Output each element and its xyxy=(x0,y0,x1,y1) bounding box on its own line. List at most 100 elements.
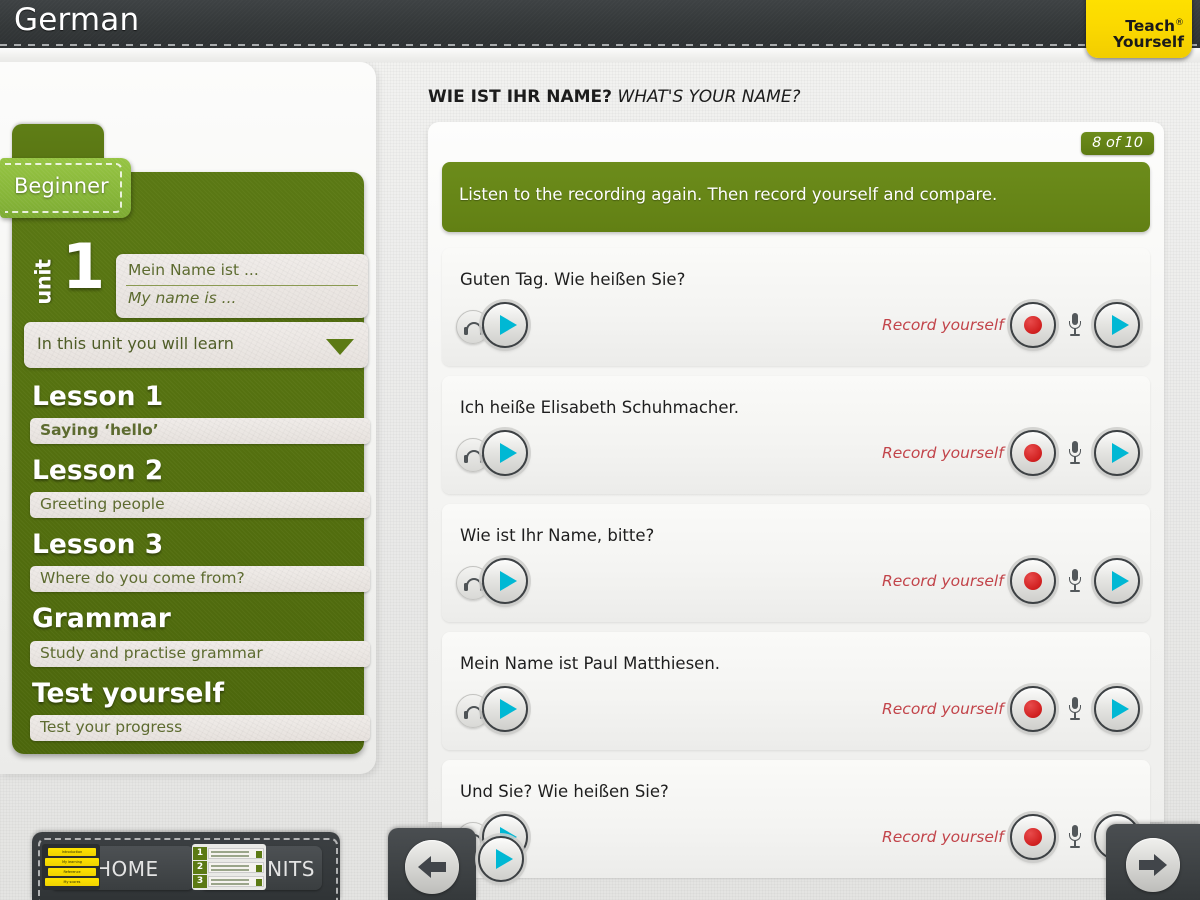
audio-playback-group xyxy=(456,300,566,352)
sidebar-item-lesson-3[interactable]: Lesson 3 Where do you come from? xyxy=(24,528,376,593)
page-title-english: WHAT'S YOUR NAME? xyxy=(617,87,801,107)
main-content: WIE IST IHR NAME? WHAT'S YOUR NAME? 8 of… xyxy=(390,62,1200,878)
record-button[interactable] xyxy=(1010,686,1056,732)
lesson-heading: Test yourself xyxy=(32,677,224,709)
header-dashed-divider xyxy=(0,44,1200,46)
microphone-icon xyxy=(1068,313,1082,339)
record-button[interactable] xyxy=(1010,558,1056,604)
audio-playback-group xyxy=(456,556,566,608)
thumb-tab-my-scores: My scores xyxy=(45,878,99,886)
headphones-glyph xyxy=(464,706,484,719)
play-recording-button[interactable] xyxy=(1094,430,1140,476)
exercise-sentence: Mein Name ist Paul Matthiesen. xyxy=(460,654,721,673)
headphones-glyph xyxy=(464,578,484,591)
unit-phrase-box: Mein Name ist ... My name is ... xyxy=(116,254,368,318)
microphone-icon xyxy=(1068,569,1082,595)
unit-thumb-row: 3 xyxy=(193,875,265,888)
lesson-subtitle-text: Greeting people xyxy=(40,495,165,514)
lesson-list: Lesson 1 Saying ‘hello’ Lesson 2 Greetin… xyxy=(24,380,376,751)
record-yourself-label: Record yourself xyxy=(882,316,1004,334)
exercise-list: Guten Tag. Wie heißen Sie? Record yourse… xyxy=(442,248,1150,888)
unit-phrase-rule xyxy=(126,285,358,286)
global-play-button[interactable] xyxy=(478,836,524,882)
play-icon xyxy=(500,699,517,719)
unit-learn-dropdown-label: In this unit you will learn xyxy=(37,334,234,353)
play-recording-button[interactable] xyxy=(1094,686,1140,732)
chevron-down-icon xyxy=(326,339,354,355)
play-icon xyxy=(1112,571,1129,591)
next-page-button[interactable] xyxy=(1106,824,1200,900)
exercise-row: Wie ist Ihr Name, bitte? Record yourself xyxy=(442,504,1150,622)
home-thumbnail-icon[interactable]: Introduction My learning Reference My sc… xyxy=(42,844,100,890)
brand-logo-text: Teach® Yourself xyxy=(1113,19,1184,51)
thumb-tab-reference: Reference xyxy=(48,868,96,876)
unit-thumb-number: 2 xyxy=(193,861,207,874)
lesson-heading: Lesson 3 xyxy=(32,529,164,561)
play-audio-button[interactable] xyxy=(482,302,528,348)
record-icon xyxy=(1024,828,1042,846)
instruction-bar: Listen to the recording again. Then reco… xyxy=(442,162,1150,232)
units-thumbnail-icon[interactable]: 1 2 3 xyxy=(192,844,266,890)
sidebar-item-grammar[interactable]: Grammar Study and practise grammar xyxy=(24,602,376,667)
record-group: Record yourself xyxy=(882,300,1142,352)
play-recording-button[interactable] xyxy=(1094,302,1140,348)
previous-arrow-circle xyxy=(405,840,459,894)
page-title: WIE IST IHR NAME? WHAT'S YOUR NAME? xyxy=(428,87,801,107)
play-audio-button[interactable] xyxy=(482,430,528,476)
lesson-subtitle-text: Saying ‘hello’ xyxy=(40,421,159,440)
audio-playback-group xyxy=(456,428,566,480)
previous-page-button[interactable] xyxy=(388,828,476,900)
level-tab-beginner[interactable]: Beginner xyxy=(0,158,131,218)
record-button[interactable] xyxy=(1010,302,1056,348)
thumb-tab-my-learning: My learning xyxy=(45,858,99,866)
record-button[interactable] xyxy=(1010,430,1056,476)
unit-thumb-row: 2 xyxy=(193,861,265,874)
teach-yourself-logo[interactable]: Teach® Yourself xyxy=(1086,0,1192,58)
play-recording-button[interactable] xyxy=(1094,558,1140,604)
play-audio-button[interactable] xyxy=(482,558,528,604)
record-group: Record yourself xyxy=(882,684,1142,736)
unit-phrase-german: Mein Name ist ... xyxy=(128,261,259,279)
lesson-subtitle-chip[interactable]: Test your progress xyxy=(30,714,370,741)
lesson-subtitle-chip[interactable]: Study and practise grammar xyxy=(30,640,370,667)
record-icon xyxy=(1024,700,1042,718)
exercise-row: Ich heiße Elisabeth Schuhmacher. Record … xyxy=(442,376,1150,494)
microphone-icon xyxy=(1068,697,1082,723)
exercise-sentence: Und Sie? Wie heißen Sie? xyxy=(460,782,669,801)
record-group: Record yourself xyxy=(882,812,1142,864)
lesson-heading: Lesson 2 xyxy=(32,455,164,487)
sidebar-item-lesson-1[interactable]: Lesson 1 Saying ‘hello’ xyxy=(24,380,376,445)
exercise-row: Mein Name ist Paul Matthiesen. Record yo… xyxy=(442,632,1150,750)
level-tab-label: Beginner xyxy=(14,174,109,198)
lesson-subtitle-chip[interactable]: Where do you come from? xyxy=(30,566,370,593)
lesson-heading: Grammar xyxy=(32,603,171,635)
content-panel: 8 of 10 Listen to the recording again. T… xyxy=(428,122,1164,878)
sidebar-item-test-yourself[interactable]: Test yourself Test your progress xyxy=(24,677,376,741)
lesson-heading: Lesson 1 xyxy=(32,381,164,412)
record-icon xyxy=(1024,572,1042,590)
sidebar-item-lesson-2[interactable]: Lesson 2 Greeting people xyxy=(24,454,376,519)
unit-badge: unit 1 xyxy=(32,236,114,318)
record-group: Record yourself xyxy=(882,428,1142,480)
record-icon xyxy=(1024,444,1042,462)
application-window: German Teach® Yourself Beginner unit 1 M… xyxy=(0,0,1200,900)
app-header: German xyxy=(0,0,1200,48)
record-icon xyxy=(1024,316,1042,334)
exercise-row: Und Sie? Wie heißen Sie? Record yourself xyxy=(442,760,1150,878)
unit-phrase-english: My name is ... xyxy=(128,289,237,307)
unit-learn-dropdown[interactable]: In this unit you will learn xyxy=(24,322,368,368)
lesson-subtitle-chip[interactable]: Saying ‘hello’ xyxy=(30,418,370,445)
play-icon xyxy=(1112,315,1129,335)
exercise-sentence: Wie ist Ihr Name, bitte? xyxy=(460,526,655,545)
arrow-left-icon xyxy=(418,856,446,878)
unit-thumb-number: 3 xyxy=(193,875,207,888)
sidebar-panel: Beginner unit 1 Mein Name ist ... My nam… xyxy=(0,62,376,774)
headphones-glyph xyxy=(464,450,484,463)
lesson-subtitle-chip[interactable]: Greeting people xyxy=(30,492,370,519)
unit-thumb-bar xyxy=(208,862,264,873)
unit-thumb-bar xyxy=(208,876,264,887)
play-audio-button[interactable] xyxy=(482,686,528,732)
play-icon xyxy=(1112,443,1129,463)
lesson-subtitle-text: Test your progress xyxy=(40,717,183,736)
record-button[interactable] xyxy=(1010,814,1056,860)
